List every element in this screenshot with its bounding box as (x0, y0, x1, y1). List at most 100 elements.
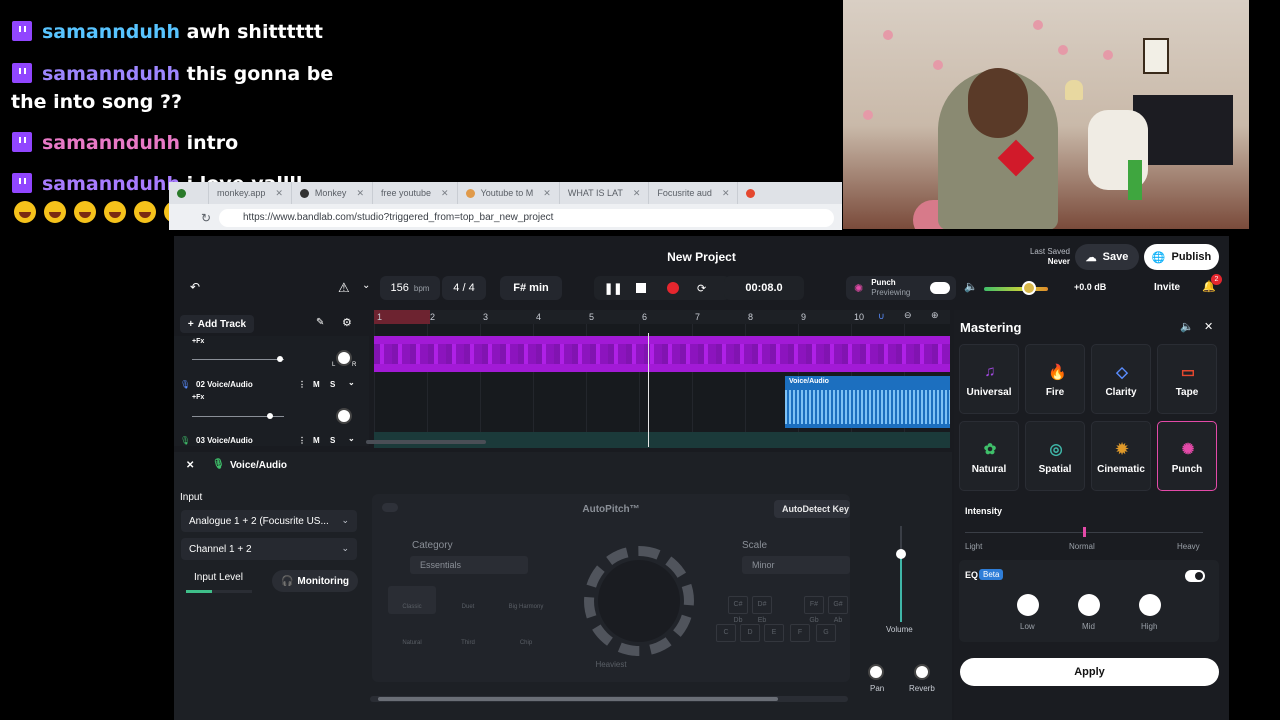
track-lanes[interactable]: Voice/Audio (374, 324, 950, 448)
close-icon[interactable]: ✕ (1204, 320, 1213, 333)
scale-select[interactable]: Minor (742, 556, 850, 574)
fx-button[interactable]: +Fx (192, 338, 204, 345)
pan-knob[interactable] (336, 408, 352, 424)
record-icon[interactable] (667, 282, 679, 294)
audio-clip[interactable]: Voice/Audio (785, 376, 950, 428)
pencil-icon[interactable]: ✎ (316, 317, 324, 328)
fx-button[interactable]: +Fx (192, 394, 204, 401)
close-tab-icon[interactable]: ✕ (275, 188, 283, 199)
more-icon[interactable]: ⋮ (298, 436, 306, 445)
monitoring-button[interactable]: 🎧 Monitoring (272, 570, 358, 592)
track-volume-slider[interactable] (192, 359, 284, 360)
track-volume-handle[interactable] (267, 413, 273, 419)
master-volume-knob[interactable] (1021, 281, 1036, 295)
publish-button[interactable]: 🌐 Publish (1144, 244, 1219, 270)
save-button[interactable]: ☁ Save (1075, 244, 1139, 270)
tab[interactable]: free youtube ✕ (373, 182, 458, 204)
key-cell[interactable]: F# Gb (804, 596, 824, 624)
pause-icon[interactable]: ❚❚ (604, 282, 622, 295)
magnet-icon[interactable]: ∪ (878, 311, 885, 322)
autodetect-key-button[interactable]: AutoDetect Key (774, 500, 850, 518)
solo-button[interactable]: S (330, 380, 335, 389)
loop-icon[interactable]: ⟳ (697, 282, 706, 295)
time-signature[interactable]: 4 / 4 (442, 276, 486, 300)
apply-button[interactable]: Apply (960, 658, 1219, 686)
invite-button[interactable]: Invite (1154, 282, 1180, 293)
add-track-button[interactable]: + Add Track (180, 315, 254, 333)
reverb-knob[interactable] (914, 664, 930, 680)
style-chip[interactable]: Chip (502, 622, 550, 650)
metronome-icon[interactable]: ⚠ (338, 280, 354, 296)
zoom-in-icon[interactable]: ⊕ (931, 310, 939, 321)
eq-toggle[interactable] (1185, 570, 1205, 582)
editor-scrollbar[interactable] (370, 696, 848, 702)
preset-spatial[interactable]: ◎ Spatial (1025, 421, 1085, 491)
reload-icon[interactable]: ↻ (201, 211, 211, 225)
key-cell[interactable]: F (790, 624, 810, 642)
preset-natural[interactable]: ✿ Natural (959, 421, 1019, 491)
chevron-down-icon[interactable]: ⌄ (348, 378, 355, 387)
intensity-handle[interactable] (1083, 527, 1086, 537)
tab[interactable] (169, 182, 209, 204)
mute-button[interactable]: M (313, 436, 320, 445)
speaker-icon[interactable]: 🔈 (964, 280, 980, 296)
eq-high-knob[interactable] (1139, 594, 1161, 616)
close-tab-icon[interactable]: ✕ (633, 188, 641, 199)
preset-clarity[interactable]: ◇ Clarity (1091, 344, 1151, 414)
pan-knob[interactable] (868, 664, 884, 680)
track-volume-handle[interactable] (277, 356, 283, 362)
project-title[interactable]: New Project (174, 250, 1229, 264)
style-classic[interactable]: Classic (388, 586, 436, 614)
volume-fader-handle[interactable] (896, 549, 906, 559)
timeline-ruler[interactable]: 1 2 3 4 5 6 7 8 9 10 ∪ ⊖ ⊕ (374, 310, 950, 324)
preset-fire[interactable]: 🔥 Fire (1025, 344, 1085, 414)
input-device-select[interactable]: Analogue 1 + 2 (Focusrite US... ⌄ (181, 510, 357, 532)
zoom-out-icon[interactable]: ⊖ (904, 310, 912, 321)
eq-low-knob[interactable] (1017, 594, 1039, 616)
close-tab-icon[interactable]: ✕ (441, 188, 449, 199)
key-cell[interactable]: G (816, 624, 836, 642)
chevron-down-icon[interactable]: ⌄ (348, 434, 355, 443)
key-cell[interactable]: D (740, 624, 760, 642)
playhead[interactable] (648, 333, 649, 447)
punch-preview[interactable]: ✺ Punch Previewing (846, 276, 956, 300)
eq-mid-knob[interactable] (1078, 594, 1100, 616)
solo-button[interactable]: S (330, 436, 335, 445)
tab[interactable]: monkey.app ✕ (209, 182, 292, 204)
speaker-icon[interactable]: 🔈 (1180, 320, 1194, 333)
category-select[interactable]: Essentials (410, 556, 528, 574)
preset-tape[interactable]: ▭ Tape (1157, 344, 1217, 414)
tab[interactable]: Monkey ✕ (292, 182, 373, 204)
bpm-field[interactable]: 156 bpm (380, 276, 440, 300)
undo-icon[interactable]: ↶ (190, 280, 206, 296)
close-tab-icon[interactable]: ✕ (722, 188, 730, 199)
mute-button[interactable]: M (313, 380, 320, 389)
chevron-down-icon[interactable]: ⌄ (362, 280, 378, 296)
stop-icon[interactable] (636, 283, 646, 293)
preset-punch[interactable]: ✺ Punch (1157, 421, 1217, 491)
style-natural[interactable]: Natural (388, 622, 436, 650)
key-cell[interactable]: C# Db (728, 596, 748, 624)
punch-toggle[interactable] (930, 282, 950, 294)
style-third[interactable]: Third (444, 622, 492, 650)
pan-knob[interactable] (336, 350, 352, 366)
more-icon[interactable]: ⋮ (298, 380, 306, 389)
key-cell[interactable]: G# Ab (828, 596, 848, 624)
style-big-harmony[interactable]: Big Harmony (502, 586, 550, 614)
preset-cinematic[interactable]: ✹ Cinematic (1091, 421, 1151, 491)
key-cell[interactable]: C (716, 624, 736, 642)
tab[interactable]: Youtube to M ✕ (458, 182, 560, 204)
master-volume-slider[interactable] (984, 287, 1048, 291)
tab[interactable] (738, 182, 769, 204)
style-duet[interactable]: Duet (444, 586, 492, 614)
tab[interactable]: WHAT IS LAT ✕ (560, 182, 650, 204)
tab[interactable]: Focusrite aud ✕ (649, 182, 739, 204)
close-tab-icon[interactable]: ✕ (356, 188, 364, 199)
horizontal-scrollbar[interactable] (366, 440, 486, 444)
preset-universal[interactable]: ♫ Universal (959, 344, 1019, 414)
address-bar[interactable]: https://www.bandlab.com/studio?triggered… (219, 209, 834, 227)
key-cell[interactable]: D# Eb (752, 596, 772, 624)
loop-region[interactable] (374, 310, 430, 324)
channel-select[interactable]: Channel 1 + 2 ⌄ (181, 538, 357, 560)
key-cell[interactable]: E (764, 624, 784, 642)
